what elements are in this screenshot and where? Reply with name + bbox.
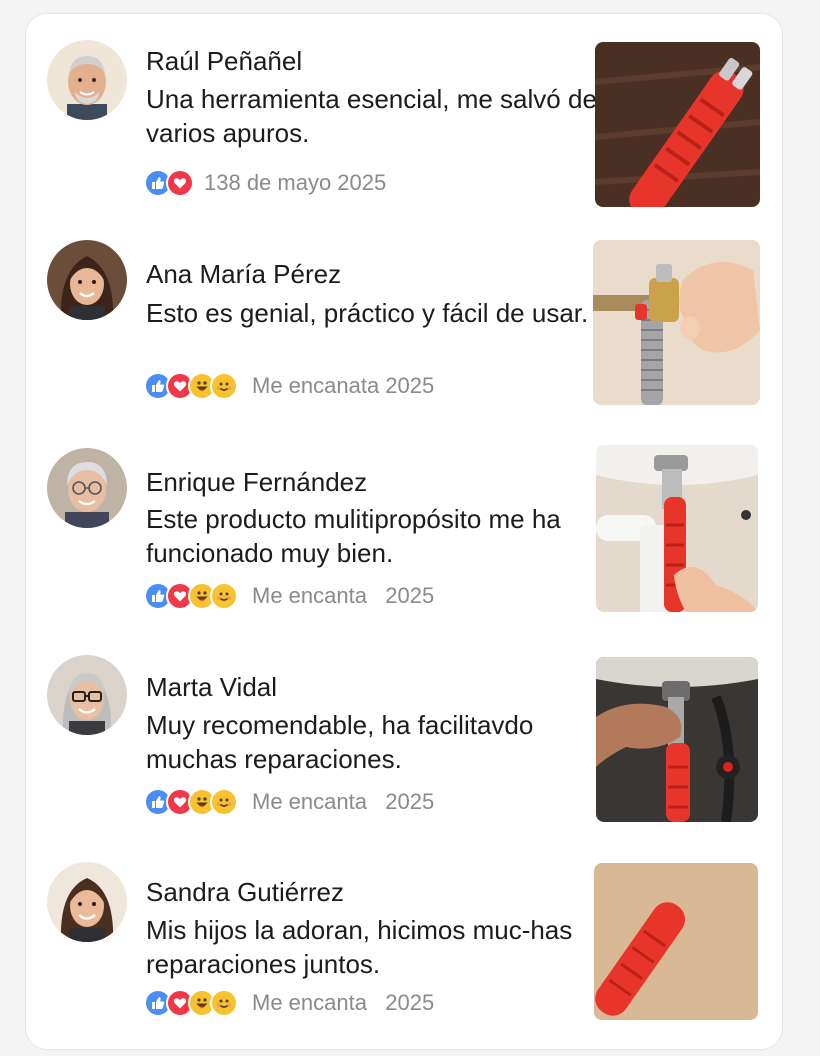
review-date: 138 de mayo 2025 (204, 170, 387, 195)
avatar[interactable] (47, 862, 127, 942)
review-photo[interactable] (595, 42, 760, 207)
review-item: Raúl Peñañel Una herramienta esencial, m… (26, 14, 784, 214)
reactions-summary[interactable] (144, 169, 194, 197)
review-photo[interactable] (593, 240, 760, 405)
reactions-summary[interactable] (144, 372, 238, 400)
review-text: Este producto mulitipropósito me ha func… (146, 504, 561, 568)
review-date: Me encanta 2025 (252, 583, 435, 608)
review-item: Enrique Fernández Este producto mulitipr… (26, 424, 784, 624)
avatar[interactable] (47, 240, 127, 320)
review-meta: Me encanata 2025 (144, 371, 434, 401)
review-text: Muy recomendable, ha facilitavdo muchas … (146, 710, 534, 774)
avatar[interactable] (47, 655, 127, 735)
care-icon (210, 372, 238, 400)
review-meta: Me encanta 2025 (144, 787, 434, 817)
review-text: Mis hijos la adoran, hicimos muc-has rep… (146, 915, 573, 979)
review-photo[interactable] (596, 445, 758, 612)
reactions-summary[interactable] (144, 989, 238, 1017)
reviewer-name[interactable]: Sandra Gutiérrez (146, 877, 344, 907)
reviewer-name[interactable]: Ana María Pérez (146, 259, 341, 289)
review-date: Me encanata 2025 (252, 373, 435, 398)
avatar[interactable] (47, 40, 127, 120)
reactions-summary[interactable] (144, 582, 238, 610)
reviews-card: Raúl Peñañel Una herramienta esencial, m… (25, 13, 783, 1050)
love-icon (166, 169, 194, 197)
review-meta: Me encanta 2025 (144, 988, 434, 1018)
reviewer-name[interactable]: Raúl Peñañel (146, 46, 302, 76)
review-item: Marta Vidal Muy recomendable, ha facilit… (26, 632, 784, 832)
care-icon (210, 989, 238, 1017)
review-text: Una herramienta esencial, me salvó de va… (146, 84, 597, 148)
review-item: Ana María Pérez Esto es genial, práctico… (26, 214, 784, 414)
review-text: Esto es genial, práctico y fácil de usar… (146, 298, 589, 328)
review-date: Me encanta 2025 (252, 789, 435, 814)
review-photo[interactable] (594, 863, 758, 1020)
review-photo[interactable] (596, 657, 758, 822)
review-item: Sandra Gutiérrez Mis hijos la adoran, hi… (26, 840, 784, 1040)
care-icon (210, 788, 238, 816)
reactions-summary[interactable] (144, 788, 238, 816)
care-icon (210, 582, 238, 610)
reviewer-name[interactable]: Enrique Fernández (146, 467, 367, 497)
review-meta: Me encanta 2025 (144, 581, 434, 611)
avatar[interactable] (47, 448, 127, 528)
review-meta: 138 de mayo 2025 (144, 168, 386, 198)
review-date: Me encanta 2025 (252, 990, 435, 1015)
reviewer-name[interactable]: Marta Vidal (146, 672, 277, 702)
